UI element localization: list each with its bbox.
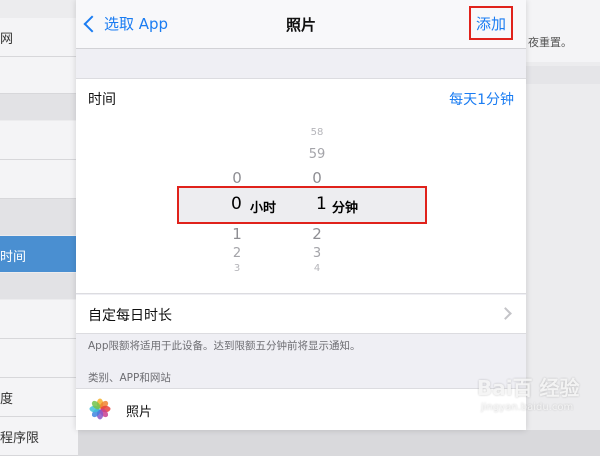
background-sidebar-row <box>0 160 78 199</box>
background-sidebar-selected: 时间 <box>0 236 76 272</box>
minutes-unit-label: 分钟 <box>332 201 359 216</box>
hours-wheel-item: 3 <box>233 263 241 274</box>
selected-minutes[interactable]: 1 <box>316 194 327 214</box>
background-right-note: 夜重置。 <box>528 36 572 49</box>
minutes-wheel-item: 0 <box>312 169 322 187</box>
add-button-label: 添加 <box>475 14 506 33</box>
background-sidebar-row <box>0 300 78 339</box>
minutes-wheel-item: 58 <box>310 127 324 138</box>
background-right-bar <box>526 66 600 84</box>
limit-footnote: App限额将适用于此设备。达到限额五分钟前将显示通知。 <box>88 340 361 352</box>
photos-icon <box>88 397 112 421</box>
background-gap <box>0 94 78 120</box>
app-limit-sheet: 选取 App 照片 添加 时间 每天1分钟 0 58 59 0 0 小时 1 分… <box>76 0 526 430</box>
custom-daily-limit-label: 自定每日时长 <box>88 308 172 324</box>
chevron-right-icon <box>499 307 512 320</box>
background-sidebar-row: 度 <box>0 378 78 417</box>
watermark-brand: Bai百 经验 <box>477 376 580 400</box>
background-sidebar-row: 网 <box>0 18 78 57</box>
custom-daily-limit-row[interactable]: 自定每日时长 <box>76 295 526 334</box>
selected-hours[interactable]: 0 <box>231 194 242 214</box>
background-sidebar-row <box>0 57 78 94</box>
background-sidebar-row <box>0 121 78 160</box>
app-name: 照片 <box>126 405 153 420</box>
hours-wheel-item: 2 <box>232 246 242 261</box>
background-right-pane: 夜重置。 <box>526 0 600 430</box>
hours-wheel-item: 0 <box>232 169 242 187</box>
page-title: 照片 <box>285 16 316 34</box>
baidu-watermark: Bai百 经验 jingyan.baidu.com <box>477 368 597 426</box>
background-gap <box>0 273 78 299</box>
section-header: 类别、APP和网站 <box>88 372 171 384</box>
background-sidebar-row <box>0 339 78 378</box>
background-sidebar-label: 网 <box>0 32 14 47</box>
background-sidebar-label: 度 <box>0 392 14 407</box>
picker-highlight-box <box>177 186 427 224</box>
time-row[interactable]: 时间 每天1分钟 <box>76 78 526 118</box>
watermark-site: jingyan.baidu.com <box>481 402 574 413</box>
minutes-wheel-item: 59 <box>308 147 326 162</box>
hours-unit-label: 小时 <box>250 201 277 216</box>
add-button[interactable]: 添加 <box>469 6 513 40</box>
nav-bar: 选取 App 照片 添加 <box>76 0 526 49</box>
minutes-wheel-item: 4 <box>313 263 321 274</box>
background-right-panel <box>526 0 600 62</box>
time-row-label: 时间 <box>88 92 116 108</box>
minutes-wheel-item: 3 <box>312 246 322 261</box>
background-gap <box>0 199 78 235</box>
app-list-item[interactable]: 照片 <box>76 388 526 430</box>
time-row-value: 每天1分钟 <box>449 92 514 108</box>
time-picker[interactable]: 0 58 59 0 0 小时 1 分钟 1 2 3 2 3 4 <box>76 117 526 294</box>
background-sidebar-label: 时间 <box>0 250 27 265</box>
hours-wheel-item: 1 <box>232 225 242 243</box>
background-sidebar-row: 程序限 <box>0 417 78 456</box>
minutes-wheel-item: 2 <box>312 225 322 243</box>
